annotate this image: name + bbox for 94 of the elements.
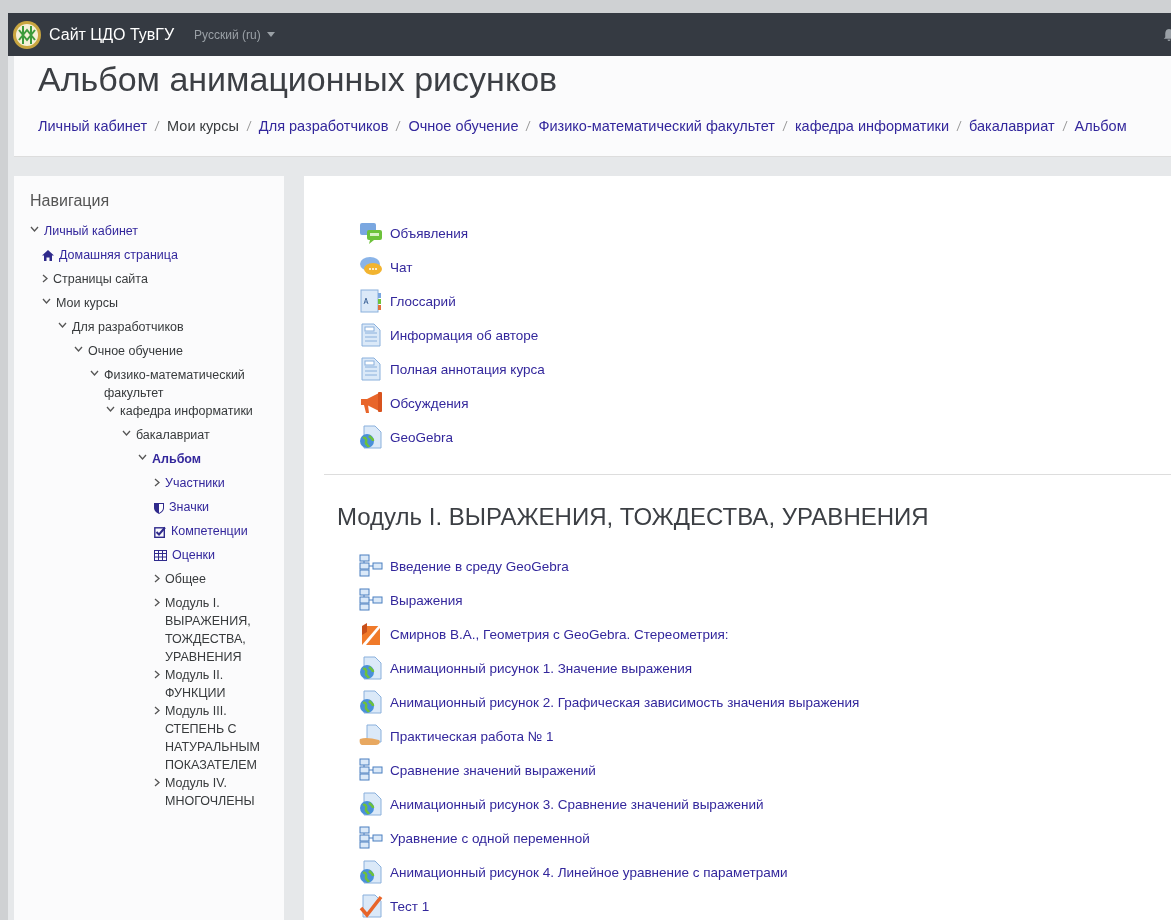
chevron-right-icon[interactable]	[154, 574, 160, 583]
language-menu[interactable]: Русский (ru)	[194, 27, 275, 42]
chevron-down-icon[interactable]	[122, 430, 131, 436]
activity-link[interactable]: Сравнение значений выражений	[390, 762, 596, 778]
file-icon	[359, 622, 383, 646]
chevron-right-icon[interactable]	[154, 778, 160, 787]
dictionary-icon	[359, 289, 383, 313]
flowchart-icon	[359, 826, 383, 850]
nav-item[interactable]: бакалавриат	[136, 426, 210, 444]
nav-item[interactable]: кафедра информатики	[120, 402, 253, 420]
activity-link[interactable]: Объявления	[390, 225, 469, 241]
activity-link[interactable]: Практическая работа № 1	[390, 728, 554, 744]
document-icon	[359, 323, 383, 347]
activity-link[interactable]: Анимационный рисунок 4. Линейное уравнение с параметрами	[390, 864, 788, 880]
globe-document-icon	[359, 860, 383, 884]
flowchart-icon	[359, 554, 383, 578]
page-title: Альбом анимационных рисунков	[38, 59, 559, 99]
chevron-right-icon[interactable]	[154, 670, 160, 679]
chevron-right-icon[interactable]	[154, 706, 160, 715]
globe-document-icon	[359, 656, 383, 680]
site-name[interactable]: Сайт ЦДО ТувГУ	[49, 25, 175, 44]
hand-document-icon	[359, 724, 383, 748]
activity-link[interactable]: Анимационный рисунок 3. Сравнение значений выражений	[390, 796, 764, 812]
breadcrumb-item[interactable]: Очное обучение	[408, 118, 519, 134]
chevron-down-icon[interactable]	[106, 406, 115, 412]
chevron-down-icon[interactable]	[138, 454, 147, 460]
nav-item[interactable]: Личный кабинет	[44, 222, 139, 240]
table-icon	[154, 550, 167, 561]
slash-separator-icon	[781, 120, 788, 132]
nav-item[interactable]: Значки	[169, 498, 210, 516]
activity-link[interactable]: Введение в среду GeoGebra	[390, 558, 569, 574]
breadcrumb-item[interactable]: кафедра информатики	[794, 118, 950, 134]
breadcrumb-item: Мои курсы	[167, 118, 239, 134]
activity-link[interactable]: Уравнение с одной переменной	[390, 830, 590, 846]
activity-link[interactable]: GeoGebra	[390, 429, 454, 445]
checkmark-document-icon	[359, 894, 383, 918]
globe-document-icon	[359, 425, 383, 449]
megaphone-icon	[359, 391, 383, 415]
nav-item[interactable]: Модуль I. ВЫРАЖЕНИЯ, ТОЖДЕСТВА, УРАВНЕНИЯ	[165, 594, 264, 666]
home-icon	[42, 250, 54, 261]
chevron-down-icon[interactable]	[30, 226, 39, 232]
checkbox-icon	[154, 526, 166, 538]
slash-separator-icon	[956, 120, 963, 132]
nav-item[interactable]: Страницы сайта	[53, 270, 148, 288]
section-title: Модуль I. ВЫРАЖЕНИЯ, ТОЖДЕСТВА, УРАВНЕНИЯ	[337, 503, 930, 531]
slash-separator-icon	[1061, 120, 1068, 132]
slash-separator-icon	[245, 120, 252, 132]
chevron-right-icon[interactable]	[154, 598, 160, 607]
activity-link[interactable]: Информация об авторе	[390, 327, 539, 343]
nav-item[interactable]: Домашняя страница	[59, 246, 178, 264]
breadcrumb-item[interactable]: Личный кабинет	[38, 118, 148, 134]
flowchart-icon	[359, 588, 383, 612]
activity-link[interactable]: Анимационный рисунок 2. Графическая зависимость значения выражения	[390, 694, 860, 710]
globe-document-icon	[359, 792, 383, 816]
activity-link[interactable]: Обсуждения	[390, 395, 469, 411]
nav-item[interactable]: Модуль II. ФУНКЦИИ	[165, 666, 264, 702]
nav-item[interactable]: Компетенции	[171, 522, 248, 540]
nav-item[interactable]: Участники	[165, 474, 225, 492]
logo-icon	[12, 19, 42, 50]
activity-link[interactable]: Смирнов В.А., Геометрия с GeoGebra. Стереометрия:	[390, 626, 729, 642]
nav-item[interactable]: Для разработчиков	[72, 318, 184, 336]
chevron-down-icon[interactable]	[74, 346, 83, 352]
nav-item[interactable]: Альбом	[152, 450, 202, 468]
chevron-right-icon[interactable]	[154, 478, 160, 487]
slash-separator-icon	[395, 120, 402, 132]
chat-bubbles-icon	[359, 221, 383, 245]
breadcrumb-item[interactable]: Альбом	[1074, 118, 1127, 134]
nav-item[interactable]: Оценки	[172, 546, 216, 564]
chevron-down-icon[interactable]	[90, 370, 99, 376]
globe-document-icon	[359, 690, 383, 714]
activity-link[interactable]: Анимационный рисунок 1. Значение выражения	[390, 660, 692, 676]
slash-separator-icon	[525, 120, 532, 132]
block-title: Навигация	[30, 192, 111, 210]
activity-link[interactable]: Полная аннотация курса	[390, 361, 545, 377]
activity-link[interactable]: Глоссарий	[390, 293, 456, 309]
activity-link[interactable]: Выражения	[390, 592, 463, 608]
chevron-down-icon[interactable]	[42, 298, 51, 304]
nav-item[interactable]: Очное обучение	[88, 342, 183, 360]
flowchart-icon	[359, 758, 383, 782]
nav-item[interactable]: Мои курсы	[56, 294, 118, 312]
nav-item[interactable]: Модуль III. СТЕПЕНЬ С НАТУРАЛЬНЫМ ПОКАЗАТЕЛЕМ	[165, 702, 264, 774]
breadcrumb-item[interactable]: бакалавриат	[969, 118, 1055, 134]
chevron-down-icon[interactable]	[58, 322, 67, 328]
nav-item[interactable]: Общее	[165, 570, 206, 588]
slash-separator-icon	[154, 120, 161, 132]
shield-icon	[154, 502, 164, 514]
activity-link[interactable]: Тест 1	[390, 898, 430, 914]
caret-icon	[266, 32, 275, 37]
breadcrumb-item[interactable]: Для разработчиков	[258, 118, 389, 134]
breadcrumb-item[interactable]: Физико-математический факультет	[538, 118, 775, 134]
document-icon	[359, 357, 383, 381]
chevron-right-icon[interactable]	[42, 274, 48, 283]
nav-item[interactable]: Модуль IV. МНОГОЧЛЕНЫ	[165, 774, 264, 810]
activity-link[interactable]: Чат	[390, 259, 413, 275]
